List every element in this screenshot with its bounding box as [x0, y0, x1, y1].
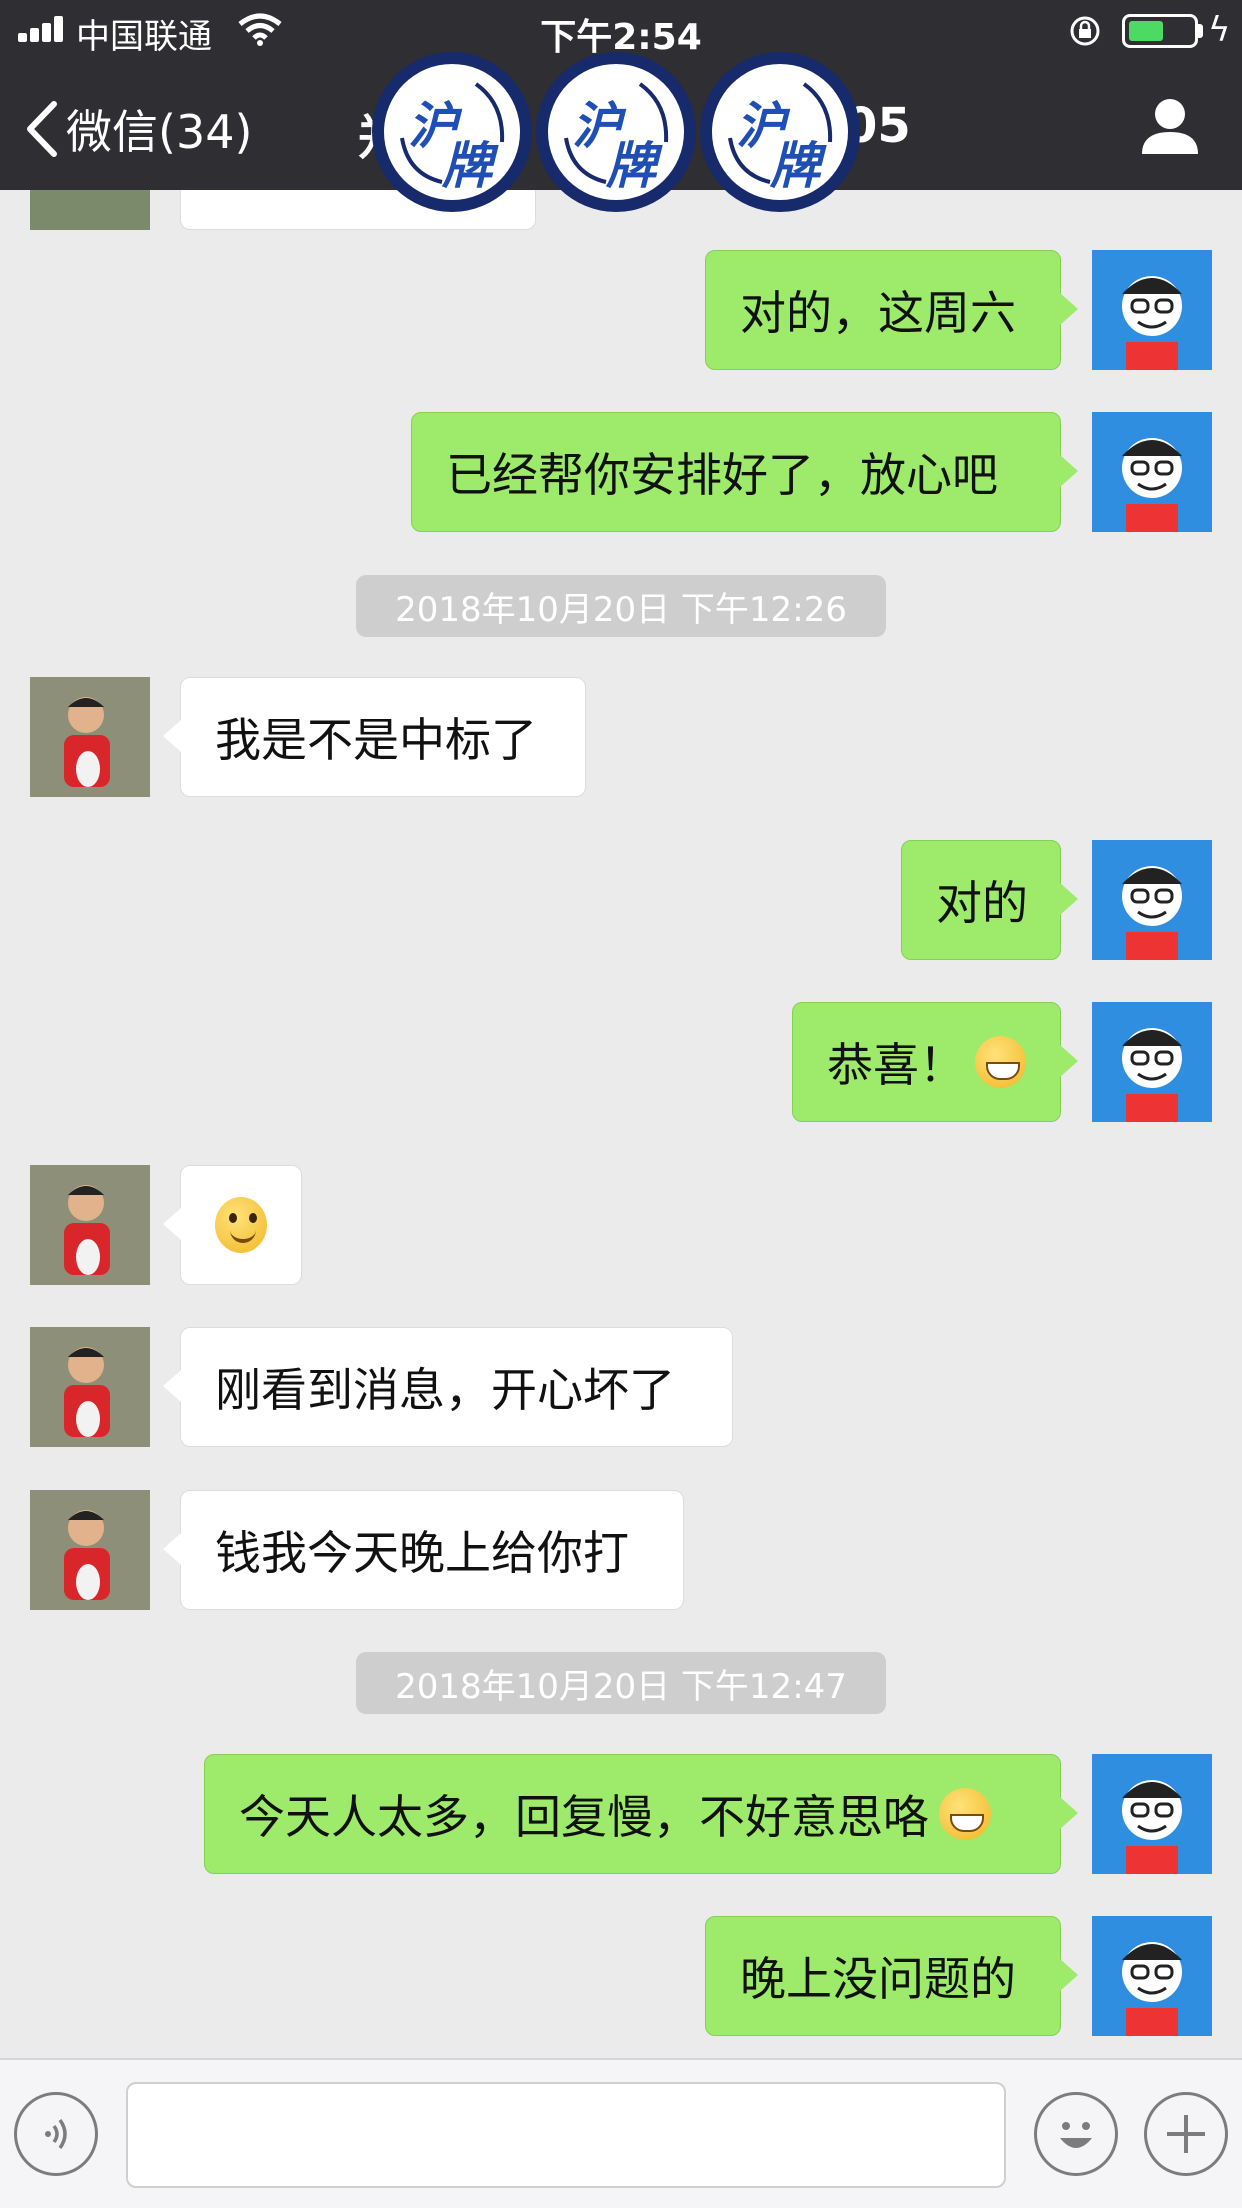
watermark-badge: 沪 牌	[700, 52, 860, 212]
watermark-char-2: 牌	[442, 137, 492, 195]
battery-icon	[1122, 14, 1198, 48]
my-message-bubble[interactable]: 恭喜！	[792, 1002, 1078, 1122]
message-text: 刚看到消息，开心坏了	[215, 1363, 675, 1417]
my-message-bubble[interactable]: 今天人太多，回复慢，不好意思咯	[204, 1754, 1078, 1874]
my-message-bubble[interactable]: 对的	[901, 840, 1078, 960]
timestamp: 2018年10月20日 下午12:47	[356, 1652, 886, 1714]
watermark-badge: 沪 牌	[536, 52, 696, 212]
back-button[interactable]: 微信(34)	[24, 96, 252, 162]
contact-avatar[interactable]	[30, 677, 150, 797]
my-avatar[interactable]	[1092, 1916, 1212, 2036]
charging-icon: ϟ	[1208, 10, 1231, 50]
message-input[interactable]	[126, 2082, 1006, 2188]
timestamp: 2018年10月20日 下午12:26	[356, 575, 886, 637]
contact-avatar[interactable]	[30, 1327, 150, 1447]
plus-button[interactable]	[1144, 2092, 1228, 2176]
input-bar	[0, 2058, 1242, 2208]
contact-avatar[interactable]	[30, 1490, 150, 1610]
chat-area[interactable]: 对的，这周六 已经帮你安排好了，放心吧 2018年10月20日 下午12:26 …	[0, 190, 1242, 2058]
my-message-bubble[interactable]: 对的，这周六	[705, 250, 1078, 370]
status-bar: 中国联通 下午2:54 ϟ	[0, 0, 1242, 60]
message-text: 已经帮你安排好了，放心吧	[446, 448, 998, 502]
contact-avatar[interactable]	[30, 190, 150, 230]
back-label: 微信(34)	[66, 105, 253, 159]
contact-message-bubble[interactable]: 我是不是中标了	[163, 677, 586, 797]
my-avatar[interactable]	[1092, 250, 1212, 370]
chevron-left-icon	[27, 101, 57, 157]
contact-message-bubble[interactable]: 刚看到消息，开心坏了	[163, 1327, 733, 1447]
grin-emoji-icon	[975, 1036, 1026, 1088]
message-text: 对的	[936, 876, 1028, 930]
emoji-button[interactable]	[1034, 2092, 1118, 2176]
watermark-badge: 沪 牌	[372, 52, 532, 212]
watermark-char-2: 牌	[606, 137, 656, 195]
watermark-badges: 沪 牌 沪 牌 沪 牌	[372, 52, 860, 212]
message-text: 晚上没问题的	[740, 1952, 1016, 2006]
voice-icon	[45, 2118, 67, 2150]
contact-avatar[interactable]	[30, 1165, 150, 1285]
my-avatar[interactable]	[1092, 412, 1212, 532]
smile-emoji-icon	[215, 1197, 267, 1253]
message-text: 钱我今天晚上给你打	[215, 1526, 629, 1580]
voice-button[interactable]	[14, 2092, 98, 2176]
message-text: 今天人太多，回复慢，不好意思咯	[239, 1790, 929, 1844]
contact-message-bubble[interactable]	[163, 1165, 302, 1285]
emoji-icon	[1060, 2122, 1092, 2148]
my-avatar[interactable]	[1092, 1002, 1212, 1122]
my-message-bubble[interactable]: 已经帮你安排好了，放心吧	[411, 412, 1078, 532]
contact-message-bubble[interactable]: 钱我今天晚上给你打	[163, 1490, 684, 1610]
my-avatar[interactable]	[1092, 1754, 1212, 1874]
rotation-lock-icon	[1070, 16, 1100, 46]
contact-profile-icon[interactable]	[1138, 96, 1202, 156]
message-text: 对的，这周六	[740, 286, 1016, 340]
plus-icon	[1167, 2115, 1205, 2153]
watermark-char-2: 牌	[770, 137, 820, 195]
grin-emoji-icon	[939, 1788, 991, 1840]
my-message-bubble[interactable]: 晚上没问题的	[705, 1916, 1078, 2036]
my-avatar[interactable]	[1092, 840, 1212, 960]
message-text: 恭喜！	[827, 1038, 965, 1092]
message-text: 我是不是中标了	[215, 713, 537, 767]
